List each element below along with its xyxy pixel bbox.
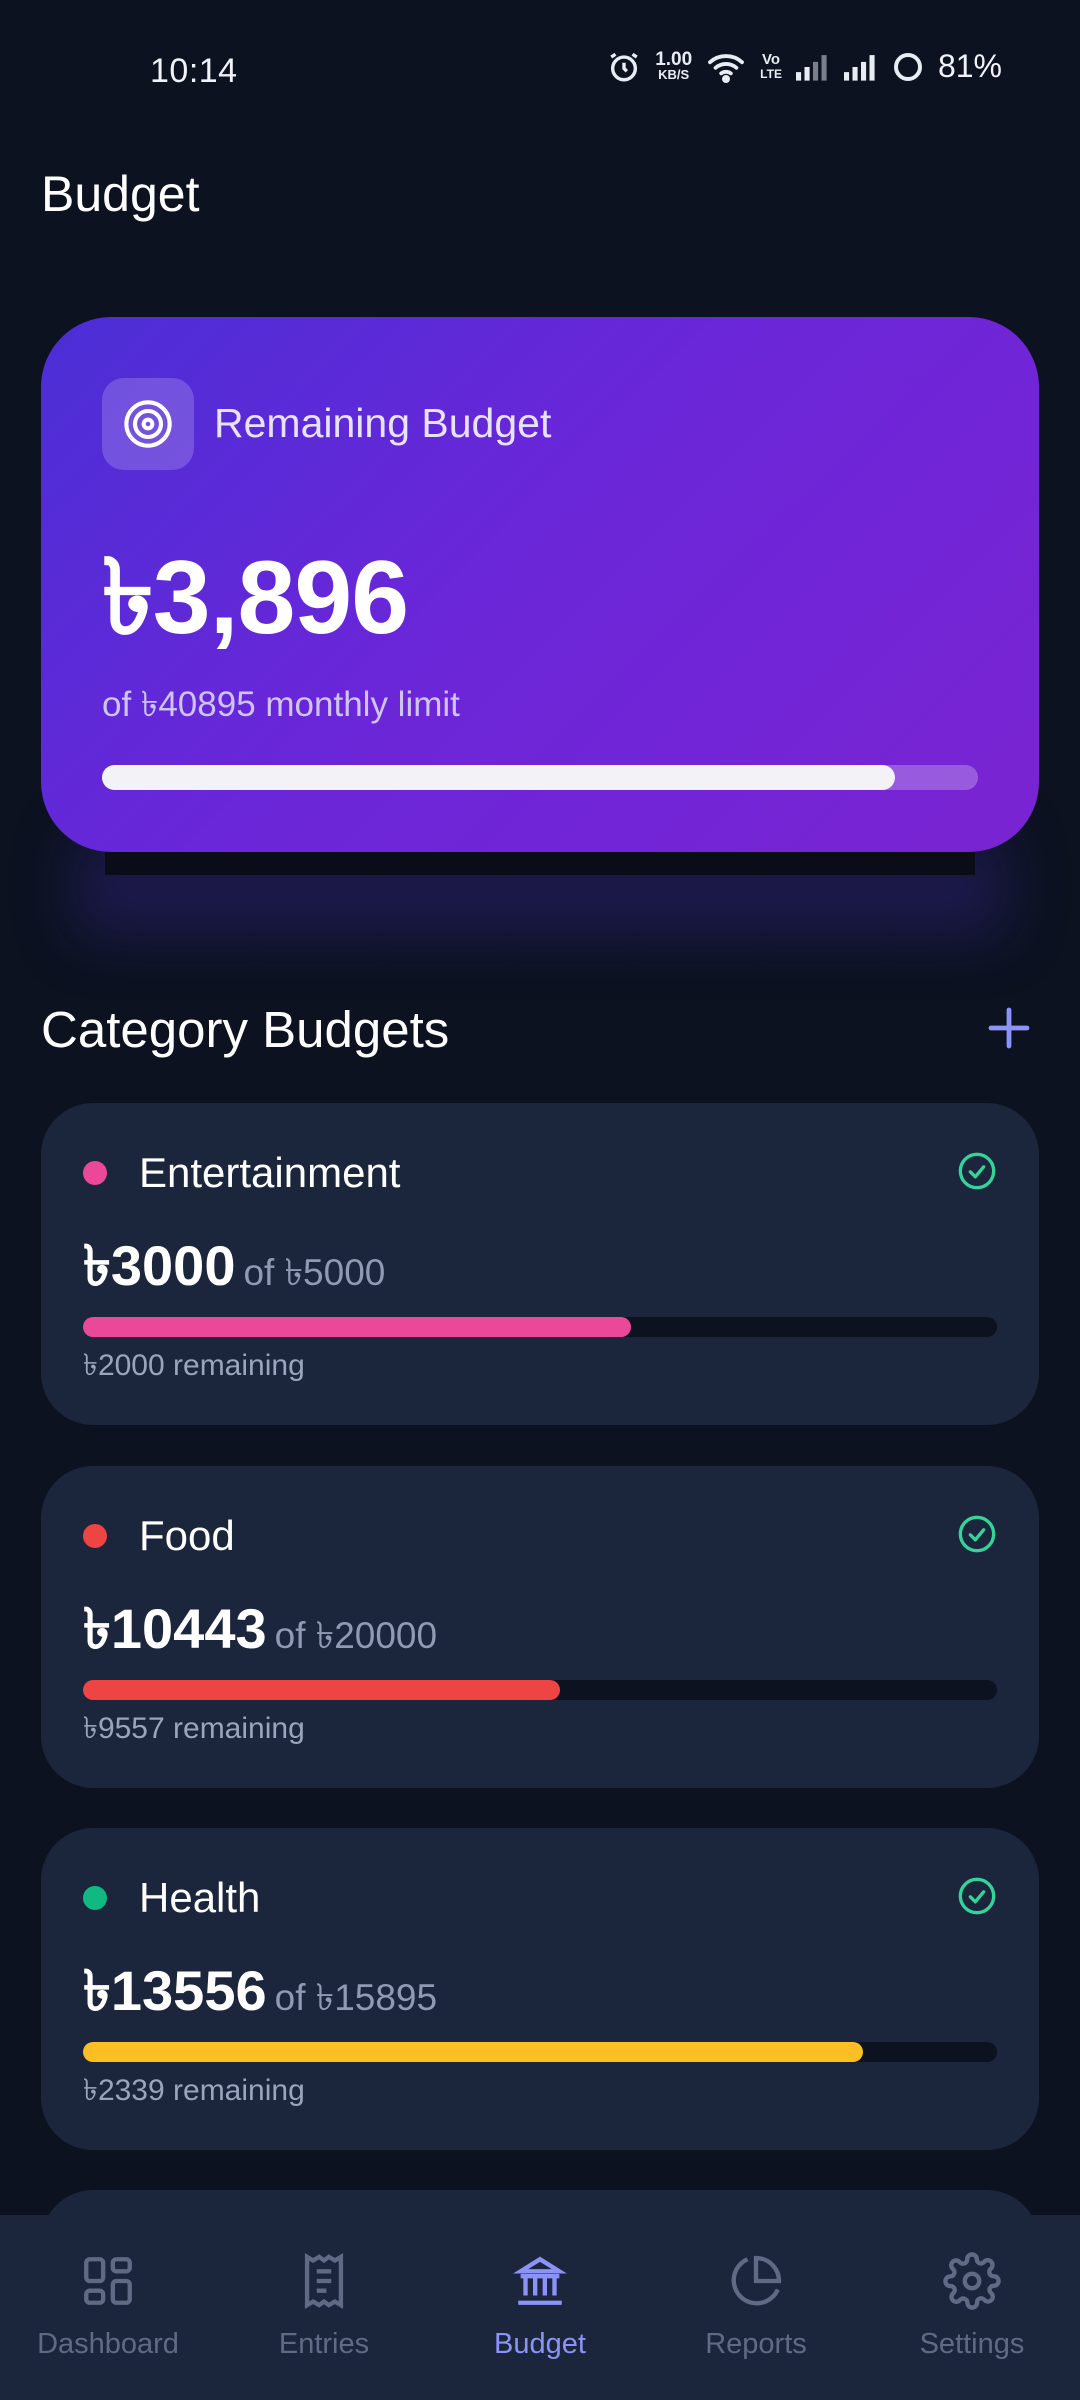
nav-label: Budget bbox=[494, 2328, 586, 2360]
signal-icon bbox=[795, 53, 830, 81]
receipt-icon bbox=[293, 2250, 355, 2312]
nav-entries[interactable]: Entries bbox=[216, 2215, 432, 2400]
category-card-entertainment[interactable]: Entertainment ৳3000 of ৳5000 ৳2000 remain… bbox=[41, 1103, 1039, 1425]
nav-dashboard[interactable]: Dashboard bbox=[0, 2215, 216, 2400]
category-spent: ৳3000 bbox=[83, 1234, 236, 1297]
category-color-dot bbox=[83, 1524, 107, 1548]
remaining-budget-card[interactable]: Remaining Budget ৳3,896 of ৳40895 monthl… bbox=[41, 317, 1039, 852]
category-limit: of ৳15895 bbox=[274, 1977, 438, 2018]
category-progress-fill bbox=[83, 2042, 863, 2062]
category-card-food[interactable]: Food ৳10443 of ৳20000 ৳9557 remaining bbox=[41, 1466, 1039, 1788]
pie-chart-icon bbox=[725, 2250, 787, 2312]
gear-icon bbox=[941, 2250, 1003, 2312]
category-remaining: ৳2000 remaining bbox=[83, 1349, 305, 1382]
alarm-icon bbox=[607, 50, 641, 84]
category-progress-track bbox=[83, 1317, 997, 1337]
battery-percentage: 81% bbox=[937, 48, 1002, 84]
category-color-dot bbox=[83, 1886, 107, 1910]
nav-budget[interactable]: Budget bbox=[432, 2215, 648, 2400]
category-amount-line: ৳3000 of ৳5000 bbox=[83, 1223, 385, 1317]
category-spent: ৳10443 bbox=[83, 1597, 267, 1660]
signal-icon bbox=[843, 53, 878, 81]
bottom-navigation: Dashboard Entries Budget Reports Setting… bbox=[0, 2215, 1080, 2400]
volte-indicator: Vo LTE bbox=[760, 50, 782, 81]
summary-label: Remaining Budget bbox=[214, 400, 552, 446]
status-bar: 10:14 1.00 KB/S Vo LTE 81% bbox=[0, 0, 1080, 145]
remaining-amount: ৳3,896 bbox=[102, 540, 409, 656]
category-name: Entertainment bbox=[139, 1149, 401, 1196]
page-title: Budget bbox=[41, 166, 200, 222]
summary-progress-fill bbox=[102, 765, 895, 790]
nav-reports[interactable]: Reports bbox=[648, 2215, 864, 2400]
nav-settings[interactable]: Settings bbox=[864, 2215, 1080, 2400]
network-speed-indicator: 1.00 KB/S bbox=[655, 48, 693, 82]
category-limit: of ৳20000 bbox=[274, 1615, 438, 1656]
category-card-health[interactable]: Health ৳13556 of ৳15895 ৳2339 remaining bbox=[41, 1828, 1039, 2150]
wifi-icon bbox=[706, 51, 746, 83]
category-remaining: ৳9557 remaining bbox=[83, 1712, 305, 1745]
check-circle-icon bbox=[958, 1877, 996, 1915]
check-circle-icon bbox=[958, 1152, 996, 1190]
category-spent: ৳13556 bbox=[83, 1959, 267, 2022]
category-remaining: ৳2339 remaining bbox=[83, 2074, 305, 2107]
category-limit: of ৳5000 bbox=[243, 1252, 386, 1293]
nav-label: Dashboard bbox=[37, 2328, 179, 2360]
budget-screen: 10:14 1.00 KB/S Vo LTE 81% Budget Remain… bbox=[0, 0, 1080, 2400]
section-title: Category Budgets bbox=[41, 1001, 450, 1058]
status-time: 10:14 bbox=[150, 52, 238, 90]
category-name: Food bbox=[139, 1512, 235, 1559]
category-color-dot bbox=[83, 1161, 107, 1185]
category-progress-track bbox=[83, 2042, 997, 2062]
summary-progress-track bbox=[102, 765, 978, 790]
target-icon bbox=[102, 378, 194, 470]
plus-icon bbox=[988, 1007, 1030, 1049]
category-progress-fill bbox=[83, 1680, 561, 1700]
monthly-limit-text: of ৳40895 monthly limit bbox=[102, 685, 460, 724]
nav-label: Entries bbox=[278, 2328, 370, 2360]
bank-icon bbox=[509, 2250, 571, 2312]
nav-label: Settings bbox=[919, 2328, 1025, 2360]
category-progress-fill bbox=[83, 1317, 632, 1337]
category-progress-track bbox=[83, 1680, 997, 1700]
category-name: Health bbox=[139, 1874, 261, 1921]
add-category-button[interactable] bbox=[983, 1002, 1035, 1054]
battery-icon bbox=[892, 51, 924, 83]
category-amount-line: ৳10443 of ৳20000 bbox=[83, 1586, 437, 1680]
check-circle-icon bbox=[958, 1515, 996, 1553]
dashboard-grid-icon bbox=[77, 2250, 139, 2312]
status-icons: 1.00 KB/S Vo LTE 81% bbox=[607, 48, 1002, 85]
category-amount-line: ৳13556 of ৳15895 bbox=[83, 1948, 437, 2042]
nav-label: Reports bbox=[705, 2328, 807, 2360]
